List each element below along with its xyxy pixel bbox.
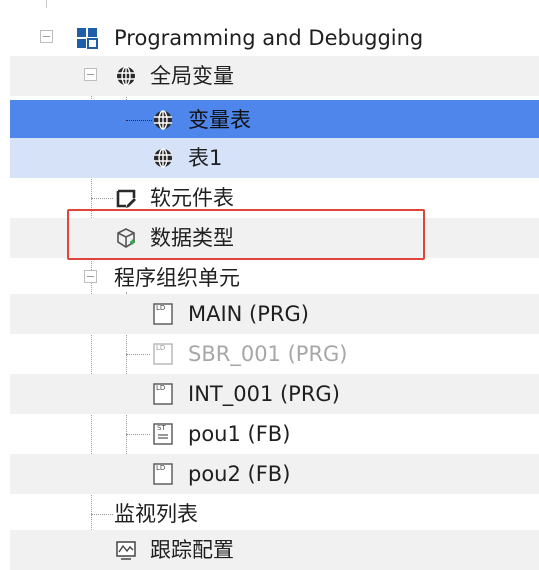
tree-node-label: 程序组织单元 [114, 266, 240, 290]
tree-node-table1[interactable]: 表1 [10, 138, 539, 178]
pou-icon-text: ST [157, 424, 166, 432]
collapse-toggle[interactable] [84, 270, 97, 283]
tree-node-watch-list[interactable]: 监视列表 [10, 494, 539, 534]
tree-node-label: INT_001 (PRG) [188, 382, 340, 406]
tree-top-connector [46, 0, 47, 8]
tree-node-label: 全局变量 [150, 64, 234, 88]
tree-node-int001-prg[interactable]: LD INT_001 (PRG) [10, 374, 539, 414]
tree-node-label: Programming and Debugging [114, 26, 424, 50]
tree-node-pou2-fb[interactable]: LD pou2 (FB) [10, 454, 539, 494]
tree-node-trace-config[interactable]: 跟踪配置 [10, 530, 539, 570]
tree-node-pou-group[interactable]: 程序组织单元 [10, 258, 539, 298]
tree-node-global-variables[interactable]: 全局变量 [10, 56, 539, 96]
tree-node-label: 跟踪配置 [150, 538, 234, 562]
waveform-icon [116, 541, 136, 560]
tree-node-label: SBR_001 (PRG) [188, 342, 348, 366]
globe-icon [154, 148, 172, 168]
tree-node-pou1-fb[interactable]: ST pou1 (FB) [10, 414, 539, 454]
pou-icon-text: LD [156, 464, 166, 472]
tree-node-sbr001-prg[interactable]: LD SBR_001 (PRG) [10, 334, 539, 374]
collapse-toggle[interactable] [84, 68, 97, 81]
pou-icon-text: LD [156, 304, 166, 312]
tree-node-label: 变量表 [188, 108, 251, 132]
tree-node-main-prg[interactable]: LD MAIN (PRG) [10, 294, 539, 334]
tree-node-label: pou1 (FB) [188, 422, 291, 446]
globe-icon [117, 66, 135, 86]
tree-node-label: 表1 [188, 146, 223, 170]
tree-node-label: 监视列表 [114, 502, 198, 526]
tree-node-programming-and-debugging[interactable]: Programming and Debugging [10, 18, 539, 58]
edit-table-icon [116, 189, 136, 208]
tree-node-variable-table[interactable]: 变量表 [10, 100, 539, 140]
pou-icon-text: LD [156, 384, 166, 392]
pou-icon-text: LD [156, 344, 166, 352]
tree-node-label: pou2 (FB) [188, 462, 291, 486]
collapse-toggle[interactable] [40, 30, 53, 43]
tree-node-label: MAIN (PRG) [188, 302, 309, 326]
highlight-annotation-box [67, 209, 425, 260]
grid-icon [77, 28, 98, 49]
globe-icon [154, 110, 172, 130]
tree-connector [126, 120, 152, 121]
